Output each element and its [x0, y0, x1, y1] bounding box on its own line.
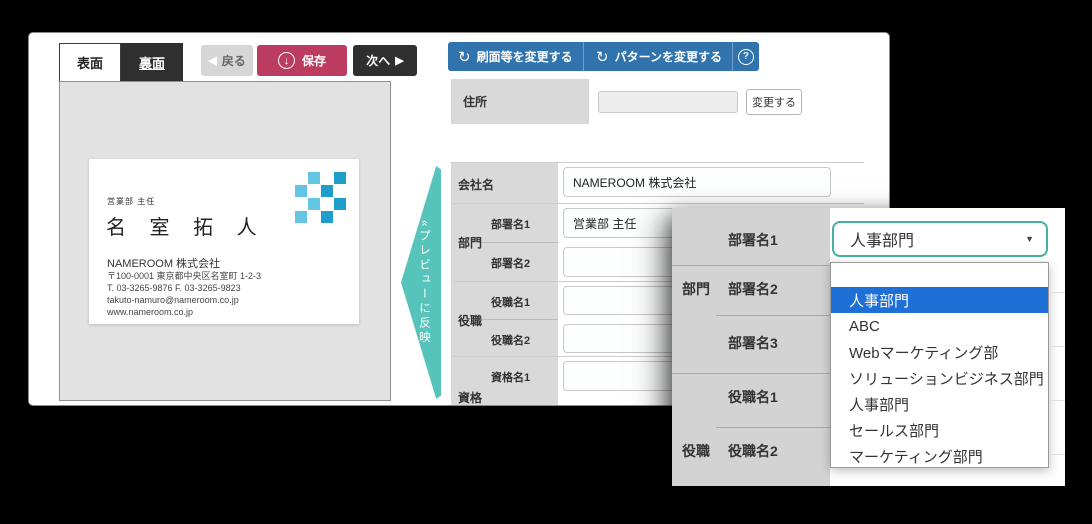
row-divider — [716, 315, 830, 316]
chevron-down-icon: ▼ — [1025, 234, 1034, 244]
dropdown-option[interactable]: ソリューションビジネス部門 — [831, 365, 1048, 391]
row-divider — [451, 162, 864, 163]
row-divider — [716, 427, 830, 428]
back-arrow-icon: ◀ — [208, 55, 217, 67]
overlay-dept1-label: 部署名1 — [728, 232, 778, 248]
next-button[interactable]: 次へ ▶ — [353, 45, 417, 76]
department-zoom-panel: 部署名1 部門 部署名2 部署名3 役職名1 役職 役職名2 人事部門 ▼ 人事… — [672, 208, 1065, 486]
pos1-label: 役職名1 — [491, 297, 531, 309]
company-name-input[interactable] — [563, 167, 831, 197]
apply-to-preview-arrow[interactable]: «プレビューに反映 — [401, 166, 441, 399]
address-label: 住所 — [463, 95, 488, 109]
card-website: www.nameroom.co.jp — [107, 307, 194, 317]
change-pattern-label: パターンを変更する — [614, 50, 722, 64]
dropdown-option-selected[interactable]: 人事部門 — [831, 287, 1048, 313]
business-card-preview: 営業部 主任 名 室 拓 人 NAMEROOM 株式会社 〒100-0001 東… — [89, 159, 359, 324]
dept1-select[interactable]: 人事部門 ▼ — [832, 221, 1048, 257]
tab-back-label: 裏面 — [138, 55, 165, 71]
overlay-group-position: 役職 — [682, 443, 710, 459]
row-divider — [479, 319, 558, 320]
back-button-label: 戻る — [221, 54, 246, 68]
card-person-name: 名 室 拓 人 — [106, 217, 266, 239]
card-address: 〒100-0001 東京都中央区名室町 1-2-3 — [107, 271, 262, 281]
card-phone: T. 03-3265-9876 F. 03-3265-9823 — [107, 283, 241, 293]
qual1-label: 資格名1 — [491, 372, 531, 384]
card-email: takuto-namuro@nameroom.co.jp — [107, 295, 239, 305]
overlay-dept2-label: 部署名2 — [728, 281, 778, 297]
change-print-surface-label: 刷面等を変更する — [476, 50, 573, 64]
change-pattern-button[interactable]: ↻ パターンを変更する — [586, 42, 733, 71]
address-input[interactable] — [598, 91, 738, 113]
dropdown-option[interactable]: セールス部門 — [831, 417, 1048, 443]
card-contact-block: 〒100-0001 東京都中央区名室町 1-2-3 T. 03-3265-987… — [107, 270, 261, 318]
company-name-label: 会社名 — [458, 178, 495, 192]
apply-to-preview-label: «プレビューに反映 — [418, 219, 430, 346]
overlay-dept3-label: 部署名3 — [728, 335, 778, 351]
row-divider — [672, 265, 830, 266]
row-divider — [451, 203, 864, 204]
pos2-label: 役職名2 — [491, 335, 531, 347]
card-company-name: NAMEROOM 株式会社 — [107, 258, 221, 270]
dept1-select-value: 人事部門 — [850, 233, 915, 250]
dept1-label: 部署名1 — [491, 219, 531, 231]
group-label-position: 役職 — [458, 314, 483, 328]
row-divider — [479, 242, 558, 243]
refresh-icon: ↻ — [458, 48, 471, 66]
next-button-label: 次へ — [366, 54, 391, 68]
dropdown-option[interactable] — [831, 263, 1048, 287]
nameroom-logo-icon — [295, 172, 346, 223]
group-label-department: 部門 — [458, 236, 483, 250]
tab-front-label: 表面 — [76, 56, 103, 71]
help-icon: ? — [737, 48, 754, 65]
row-divider — [672, 373, 830, 374]
card-department-title: 営業部 主任 — [107, 197, 156, 206]
group-label-qualification: 資格 — [458, 391, 483, 405]
dept1-dropdown-list: 人事部門 ABC Webマーケティング部 ソリューションビジネス部門 人事部門 … — [830, 262, 1049, 468]
change-pattern-help-button[interactable]: ? — [733, 42, 759, 71]
save-button-label: 保存 — [301, 54, 326, 68]
next-arrow-icon: ▶ — [395, 55, 404, 67]
change-print-surface-button[interactable]: ↻ 刷面等を変更する — [448, 42, 584, 71]
change-pattern-group: ↻ パターンを変更する ? — [586, 42, 759, 71]
save-button[interactable]: ↓ 保存 — [257, 45, 347, 76]
overlay-pos1-label: 役職名1 — [728, 389, 778, 405]
dropdown-option[interactable]: 人事部門 — [831, 391, 1048, 417]
address-label-cell: 住所 — [451, 79, 589, 124]
dept2-label: 部署名2 — [491, 258, 531, 270]
overlay-group-department: 部門 — [682, 281, 710, 297]
overlay-pos2-label: 役職名2 — [728, 443, 778, 459]
address-change-label: 変更する — [752, 97, 796, 109]
tab-back-side[interactable]: 裏面 — [121, 43, 183, 81]
dropdown-option[interactable]: マーケティング部門 — [831, 443, 1048, 469]
desktop-background: 表面 裏面 ◀ 戻る ↓ 保存 次へ ▶ ↻ 刷面等を変更する ? — [0, 0, 1092, 524]
download-icon: ↓ — [277, 52, 295, 69]
dropdown-option[interactable]: Webマーケティング部 — [831, 339, 1048, 365]
address-change-button[interactable]: 変更する — [746, 89, 802, 115]
back-button[interactable]: ◀ 戻る — [201, 45, 253, 76]
tab-front-side[interactable]: 表面 — [59, 43, 121, 81]
refresh-icon: ↻ — [596, 48, 609, 66]
dropdown-option[interactable]: ABC — [831, 313, 1048, 339]
card-preview-panel: 営業部 主任 名 室 拓 人 NAMEROOM 株式会社 〒100-0001 東… — [59, 81, 391, 401]
